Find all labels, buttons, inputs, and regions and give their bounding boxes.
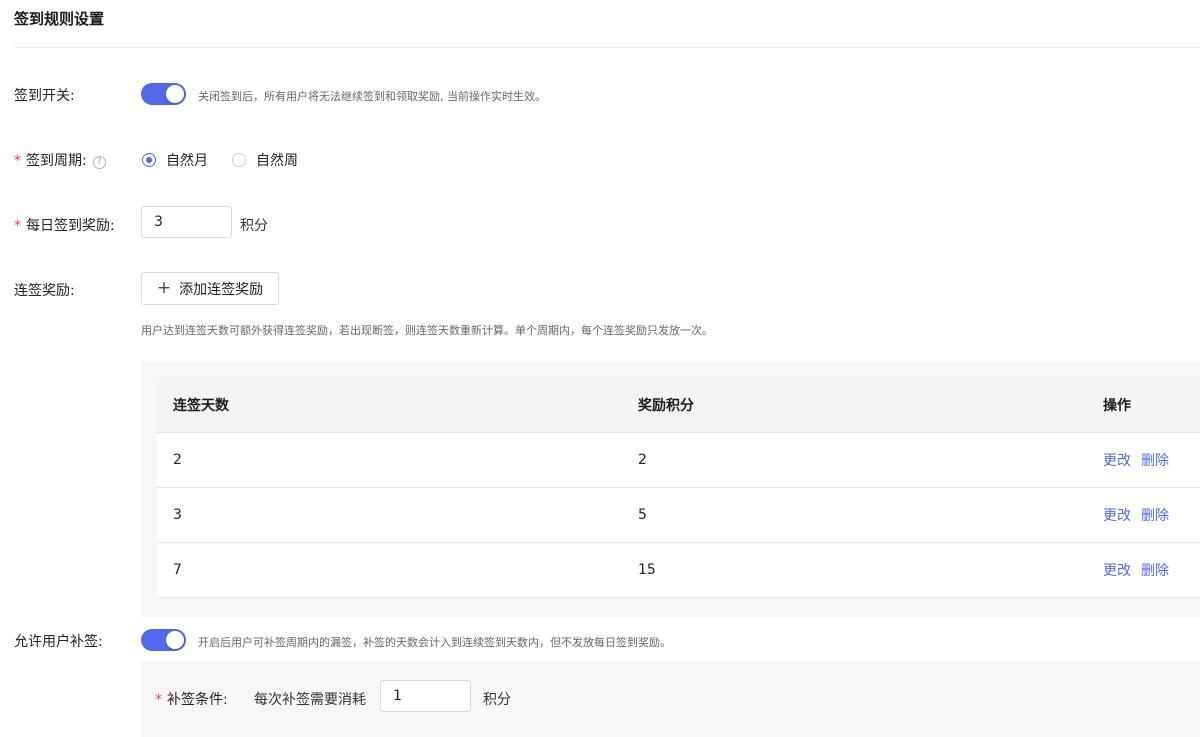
table-row: 2 2 更改 删除 (157, 433, 1200, 488)
makeup-condition-text: 每次补签需要消耗 (254, 692, 366, 708)
required-mark: * (14, 153, 21, 169)
divider (14, 47, 1200, 48)
cell-actions: 更改 删除 (1103, 543, 1179, 597)
plus-icon: + (156, 278, 172, 298)
column-header-points: 奖励积分 (638, 397, 694, 414)
delete-link[interactable]: 删除 (1141, 505, 1169, 525)
cell-points: 15 (638, 562, 656, 578)
column-header-days: 连签天数 (173, 397, 229, 414)
makeup-cost-unit: 积分 (483, 692, 511, 708)
toggle-knob (166, 631, 184, 649)
toggle-knob (166, 85, 184, 103)
makeup-hint: 开启后用户可补签周期内的漏签，补签的天数会计入到连续签到天数内，但不发放每日签到… (198, 636, 671, 649)
required-mark: * (155, 692, 162, 708)
cell-days: 2 (173, 452, 182, 468)
radio-natural-week[interactable]: 自然周 (232, 150, 298, 170)
makeup-cost-input[interactable]: 1 (380, 680, 471, 712)
streak-label: 连签奖励: (14, 283, 75, 299)
daily-reward-unit: 积分 (240, 218, 268, 234)
cell-days: 7 (173, 562, 182, 578)
cell-actions: 更改 删除 (1103, 488, 1179, 542)
makeup-label: 允许用户补签: (14, 634, 103, 650)
cell-actions: 更改 删除 (1103, 433, 1179, 487)
makeup-condition-panel: * 补签条件: 每次补签需要消耗 1 积分 (141, 661, 1200, 737)
signin-switch-hint: 关闭签到后，所有用户将无法继续签到和领取奖励, 当前操作实时生效。 (198, 90, 546, 103)
daily-reward-label: * 每日签到奖励: (14, 218, 115, 234)
signin-switch-toggle[interactable] (141, 83, 186, 105)
daily-reward-input[interactable]: 3 (141, 206, 232, 238)
edit-link[interactable]: 更改 (1103, 560, 1131, 580)
table-row: 7 15 更改 删除 (157, 543, 1200, 598)
streak-hint: 用户达到连签天数可额外获得连签奖励，若出现断签，则连签天数重新计算。单个周期内，… (141, 324, 713, 337)
required-mark: * (14, 218, 21, 234)
table-header: 连签天数 奖励积分 操作 (157, 377, 1200, 433)
makeup-condition-label: * 补签条件: (155, 692, 228, 708)
edit-link[interactable]: 更改 (1103, 505, 1131, 525)
radio-natural-month[interactable]: 自然月 (142, 150, 208, 170)
signin-switch-label: 签到开关: (14, 88, 75, 104)
streak-table-panel: 连签天数 奖励积分 操作 2 2 更改 删除 3 5 更改 删除 7 15 更改 (141, 361, 1200, 618)
delete-link[interactable]: 删除 (1141, 450, 1169, 470)
edit-link[interactable]: 更改 (1103, 450, 1131, 470)
makeup-toggle[interactable] (141, 629, 186, 651)
delete-link[interactable]: 删除 (1141, 560, 1169, 580)
cell-points: 2 (638, 452, 647, 468)
streak-table: 连签天数 奖励积分 操作 2 2 更改 删除 3 5 更改 删除 7 15 更改 (157, 377, 1200, 598)
cycle-label: * 签到周期:? (14, 150, 106, 170)
cell-days: 3 (173, 507, 182, 523)
table-row: 3 5 更改 删除 (157, 488, 1200, 543)
add-streak-reward-button[interactable]: + 添加连签奖励 (141, 272, 279, 305)
column-header-actions: 操作 (1103, 397, 1131, 414)
radio-dot-checked (142, 153, 156, 167)
radio-dot (232, 153, 246, 167)
page-title: 签到规则设置 (14, 10, 105, 28)
help-icon[interactable]: ? (92, 156, 106, 169)
cell-points: 5 (638, 507, 647, 523)
